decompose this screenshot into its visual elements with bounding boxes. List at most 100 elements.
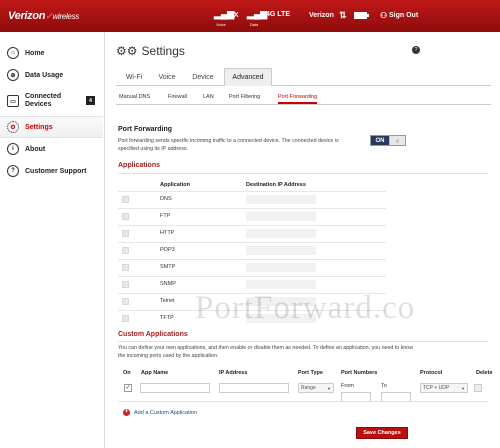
main-content: ⚙⚙ Settings ? Wi-Fi Voice Device Advance… xyxy=(108,32,500,448)
user-icon: ⚇ xyxy=(380,11,388,20)
protocol-select[interactable]: TCP + UDP ▼ xyxy=(420,383,468,393)
app-ip-input[interactable] xyxy=(246,229,316,238)
app-ip-input[interactable] xyxy=(246,212,316,221)
port-forwarding-toggle[interactable]: ON ||| xyxy=(370,135,406,146)
app-checkbox[interactable] xyxy=(122,230,129,237)
app-name: POP3 xyxy=(160,247,175,253)
save-changes-button[interactable]: Save Changes xyxy=(356,427,408,439)
carrier-name: Verizon xyxy=(309,12,334,19)
sidebar-item-customer-support[interactable]: ? Customer Support xyxy=(0,160,103,182)
settings-tabs: Wi-Fi Voice Device Advanced xyxy=(116,68,491,86)
plus-icon: + xyxy=(123,409,130,416)
app-name: HTTP xyxy=(160,230,175,236)
sidebar-item-label: Connected Devices xyxy=(25,92,62,108)
add-custom-application-link[interactable]: + Add a Custom Application xyxy=(123,409,197,416)
sidebar-divider xyxy=(104,32,105,448)
tab-wifi[interactable]: Wi-Fi xyxy=(121,68,147,86)
protocol-value: TCP + UDP xyxy=(423,385,450,391)
table-row: Telnet xyxy=(118,293,386,309)
table-row: SNMP xyxy=(118,276,386,292)
advanced-subtabs: Manual DNS Firewall LAN Port Filtering P… xyxy=(116,91,491,105)
data-label: Data xyxy=(249,22,259,27)
protocol-header: Protocol xyxy=(420,370,443,376)
gear-icon: ⚙ xyxy=(7,121,19,133)
application-header: Application xyxy=(160,182,190,188)
app-ip-input[interactable] xyxy=(246,246,316,255)
table-row: HTTP xyxy=(118,225,386,241)
port-type-value: Range xyxy=(301,385,316,391)
app-name-header: App Name xyxy=(141,370,169,376)
ip-address-input[interactable] xyxy=(219,383,289,393)
app-checkbox[interactable] xyxy=(122,264,129,271)
chevron-down-icon: ▼ xyxy=(461,385,465,391)
sidebar-item-label: Settings xyxy=(25,123,53,131)
sidebar-item-label: Customer Support xyxy=(25,167,87,175)
question-icon: ? xyxy=(7,165,19,177)
app-ip-input[interactable] xyxy=(246,263,316,272)
sidebar-item-settings[interactable]: ⚙ Settings xyxy=(0,116,103,138)
sidebar: ⌂ Home ⊕ Data Usage ▭ Connected Devices … xyxy=(0,40,103,182)
applications-title: Applications xyxy=(118,162,161,169)
subtab-lan[interactable]: LAN xyxy=(203,94,214,100)
sidebar-item-label: About xyxy=(25,145,46,153)
from-label: From xyxy=(341,383,354,389)
sidebar-item-home[interactable]: ⌂ Home xyxy=(0,42,103,64)
add-custom-application-label: Add a Custom Application xyxy=(134,409,197,416)
app-checkbox[interactable] xyxy=(122,298,129,305)
tab-device[interactable]: Device xyxy=(188,68,218,86)
home-icon: ⌂ xyxy=(7,47,19,59)
subtab-port-forwarding[interactable]: Port Forwarding xyxy=(278,94,318,104)
subtab-port-filtering[interactable]: Port Filtering xyxy=(229,94,260,100)
app-name: SMTP xyxy=(160,264,176,270)
sidebar-item-data-usage[interactable]: ⊕ Data Usage xyxy=(0,64,103,86)
info-icon: i xyxy=(7,143,19,155)
port-numbers-header: Port Numbers xyxy=(341,370,378,376)
delete-checkbox[interactable] xyxy=(474,384,482,392)
subtab-manual-dns[interactable]: Manual DNS xyxy=(119,94,150,100)
app-ip-input[interactable] xyxy=(246,280,316,289)
top-header: Verizon✓wireless ▂▄▆ Voice 1X ▂▄▆ Data 4… xyxy=(0,0,500,32)
app-checkbox[interactable] xyxy=(122,213,129,220)
sign-out-link[interactable]: Sign Out xyxy=(389,12,418,19)
app-ip-input[interactable] xyxy=(246,297,316,306)
port-type-header: Port Type xyxy=(298,370,323,376)
table-row: DNS xyxy=(118,191,386,207)
toggle-on-label: ON xyxy=(371,136,389,145)
app-checkbox[interactable] xyxy=(122,315,129,322)
help-icon[interactable]: ? xyxy=(412,46,420,54)
app-name: TFTP xyxy=(160,315,174,321)
table-row: POP3 xyxy=(118,242,386,258)
sidebar-item-about[interactable]: i About xyxy=(0,138,103,160)
battery-icon xyxy=(354,12,369,19)
tab-advanced[interactable]: Advanced xyxy=(224,68,272,86)
divider xyxy=(118,341,488,342)
tab-voice[interactable]: Voice xyxy=(154,68,180,86)
custom-on-checkbox[interactable]: ✓ xyxy=(124,384,132,392)
chevron-down-icon: ▼ xyxy=(327,385,331,391)
app-checkbox[interactable] xyxy=(122,196,129,203)
divider xyxy=(118,173,488,174)
to-label: To xyxy=(381,383,387,389)
app-name: DNS xyxy=(160,196,172,202)
network-4g: 4G LTE xyxy=(266,11,290,18)
table-row: FTP xyxy=(118,208,386,224)
device-count-badge: 4 xyxy=(86,96,95,105)
sidebar-item-connected-devices[interactable]: ▭ Connected Devices 4 xyxy=(0,86,103,116)
app-name-input[interactable] xyxy=(140,383,210,393)
app-name: Telnet xyxy=(160,298,175,304)
app-ip-input[interactable] xyxy=(246,195,316,204)
port-type-select[interactable]: Range ▼ xyxy=(298,383,334,393)
custom-applications-title: Custom Applications xyxy=(118,331,188,338)
subtab-firewall[interactable]: Firewall xyxy=(168,94,187,100)
sidebar-item-label: Home xyxy=(25,49,45,57)
app-ip-input[interactable] xyxy=(246,314,316,323)
devices-icon: ▭ xyxy=(7,95,19,107)
app-checkbox[interactable] xyxy=(122,281,129,288)
app-checkbox[interactable] xyxy=(122,247,129,254)
verizon-logo: Verizon✓wireless xyxy=(8,10,79,22)
page-header: ⚙⚙ Settings xyxy=(116,44,185,58)
toggle-handle-icon: ||| xyxy=(389,136,405,145)
table-row: SMTP xyxy=(118,259,386,275)
app-name: SNMP xyxy=(160,281,176,287)
globe-icon: ⊕ xyxy=(7,69,19,81)
